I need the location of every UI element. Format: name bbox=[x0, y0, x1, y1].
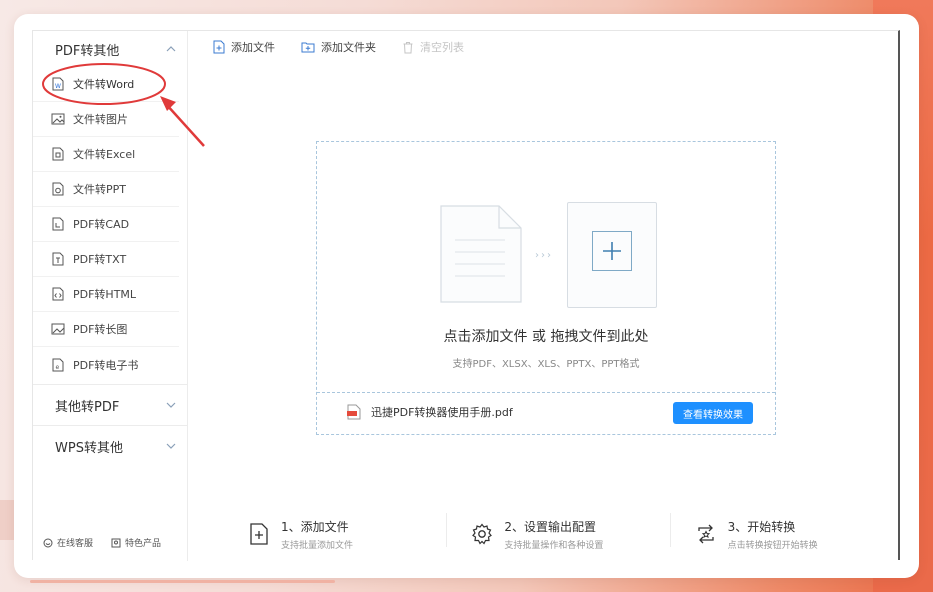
sidebar-item-pdf-to-html[interactable]: PDF转HTML bbox=[33, 277, 179, 312]
group-label: 其他转PDF bbox=[55, 399, 120, 415]
sample-file-row[interactable]: 迅捷PDF转换器使用手册.pdf bbox=[347, 404, 513, 420]
step-title: 1、添加文件 bbox=[281, 519, 349, 534]
step-description: 支持批量操作和各种设置 bbox=[504, 540, 604, 551]
sidebar-item-file-to-ppt[interactable]: 文件转PPT bbox=[33, 172, 179, 207]
sidebar-item-label: 文件转图片 bbox=[73, 113, 128, 126]
add-file-button[interactable]: 添加文件 bbox=[213, 39, 275, 55]
add-folder-button[interactable]: 添加文件夹 bbox=[301, 39, 376, 55]
sidebar-item-label: PDF转电子书 bbox=[73, 358, 139, 372]
dropzone-separator bbox=[317, 392, 775, 393]
add-target-box[interactable] bbox=[567, 202, 657, 308]
view-conversion-button[interactable]: 查看转换效果 bbox=[673, 402, 753, 424]
add-folder-icon bbox=[301, 42, 315, 53]
image-icon bbox=[51, 112, 65, 126]
highlight-ellipse bbox=[42, 63, 166, 105]
txt-doc-icon bbox=[51, 252, 65, 266]
sidebar-item-label: 文件转Excel bbox=[73, 148, 136, 161]
scroll-indicator bbox=[30, 580, 335, 583]
document-illustration-icon bbox=[439, 204, 523, 308]
group-label: PDF转其他 bbox=[55, 43, 120, 59]
sidebar-item-pdf-to-long-image[interactable]: PDF转长图 bbox=[33, 312, 179, 347]
gift-icon bbox=[111, 538, 121, 547]
sidebar-divider bbox=[33, 384, 187, 385]
toolbar: 添加文件 添加文件夹 清空列表 bbox=[213, 39, 464, 55]
group-wps-to-other[interactable]: WPS转其他 bbox=[33, 428, 187, 464]
sidebar-item-label: PDF转HTML bbox=[73, 288, 137, 301]
step-title: 2、设置输出配置 bbox=[504, 519, 596, 534]
gear-icon bbox=[470, 522, 494, 546]
step-description: 点击转换按钮开始转换 bbox=[727, 540, 818, 551]
group-label: WPS转其他 bbox=[55, 440, 123, 456]
pdf-file-icon bbox=[347, 404, 361, 420]
online-support-link[interactable]: 在线客服 bbox=[43, 536, 93, 549]
annotation-arrow-icon bbox=[160, 96, 205, 147]
convert-icon bbox=[694, 522, 718, 546]
step-add-file: 1、添加文件 支持批量添加文件 bbox=[223, 509, 446, 559]
clear-list-button[interactable]: 清空列表 bbox=[402, 39, 464, 55]
arrow-indicator: ››› bbox=[535, 250, 553, 261]
dropzone-instruction: 点击添加文件 或 拖拽文件到此处 bbox=[443, 329, 649, 345]
plus-icon bbox=[592, 231, 632, 271]
sidebar-item-pdf-to-txt[interactable]: PDF转TXT bbox=[33, 242, 179, 277]
html-doc-icon bbox=[51, 287, 65, 301]
chevron-up-icon bbox=[166, 45, 176, 54]
step-output-settings: 2、设置输出配置 支持批量操作和各种设置 bbox=[446, 509, 669, 559]
group-other-to-pdf[interactable]: 其他转PDF bbox=[33, 387, 187, 423]
cad-doc-icon bbox=[51, 217, 65, 231]
ppt-doc-icon bbox=[51, 182, 65, 196]
chevron-down-icon bbox=[166, 442, 176, 451]
ebook-doc-icon: e bbox=[51, 358, 65, 372]
chat-icon bbox=[43, 538, 53, 547]
file-drop-zone[interactable]: ››› 点击添加文件 或 拖拽文件到此处 支持PDF、XLSX、XLS、PPTX… bbox=[316, 141, 776, 435]
sidebar-item-label: PDF转CAD bbox=[73, 218, 130, 231]
chevron-down-icon bbox=[166, 401, 176, 410]
svg-text:e: e bbox=[56, 364, 60, 371]
supported-formats: 支持PDF、XLSX、XLS、PPTX、PPT格式 bbox=[452, 359, 640, 370]
excel-doc-icon bbox=[51, 147, 65, 161]
featured-products-link[interactable]: 特色产品 bbox=[111, 536, 161, 549]
sidebar-item-pdf-to-ebook[interactable]: e PDF转电子书 bbox=[33, 347, 179, 382]
trash-icon bbox=[403, 41, 413, 53]
step-description: 支持批量添加文件 bbox=[281, 540, 354, 551]
sidebar-item-label: PDF转TXT bbox=[73, 253, 127, 266]
sidebar-item-label: 文件转PPT bbox=[73, 183, 126, 196]
sidebar-item-pdf-to-cad[interactable]: PDF转CAD bbox=[33, 207, 179, 242]
sidebar-footer: 在线客服 特色产品 bbox=[43, 536, 161, 549]
sample-file-name: 迅捷PDF转换器使用手册.pdf bbox=[371, 406, 513, 419]
long-image-icon bbox=[51, 322, 65, 336]
add-file-icon bbox=[213, 40, 225, 54]
add-file-step-icon bbox=[247, 522, 271, 546]
sidebar-item-label: PDF转长图 bbox=[73, 323, 128, 336]
sidebar-divider bbox=[33, 425, 187, 426]
step-title: 3、开始转换 bbox=[727, 519, 796, 534]
step-start-conversion: 3、开始转换 点击转换按钮开始转换 bbox=[669, 509, 893, 559]
steps-bar: 1、添加文件 支持批量添加文件 2、设置输出配置 支持批量操作和各种设置 3、开… bbox=[223, 509, 893, 559]
